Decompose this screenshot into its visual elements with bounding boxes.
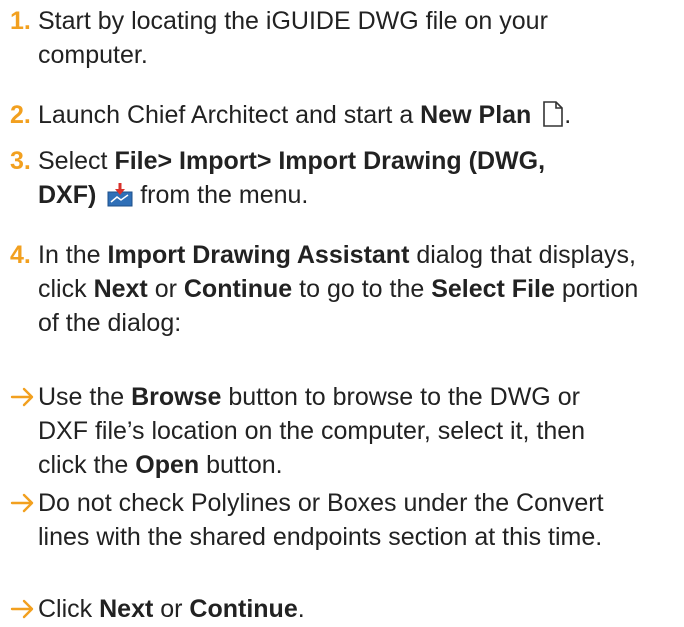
step-1-text: Start by locating the iGUIDE DWG file on…: [38, 7, 548, 69]
step-4-number: 4.: [10, 241, 31, 269]
bullet-1: Use the Browse button to browse to the D…: [10, 380, 630, 482]
bullet-1-pre: Use the: [38, 383, 132, 411]
bullet-3-mid: or: [153, 595, 190, 623]
next-label: Next: [99, 595, 154, 623]
bullet-3-post: .: [297, 595, 305, 623]
step-4: 4. In the Import Drawing Assistant dialo…: [10, 238, 650, 340]
step-3: 3. Select File> Import> Import Drawing (…: [10, 144, 570, 216]
bullet-2: Do not check Polylines or Boxes under th…: [10, 486, 630, 554]
step-3-pre: Select: [38, 147, 115, 175]
bullet-3-pre: Click: [38, 595, 100, 623]
step-1: 1. Start by locating the iGUIDE DWG file…: [10, 4, 610, 72]
step-2: 2. Launch Chief Architect and start a Ne…: [10, 98, 680, 136]
import-drawing-assistant-label: Import Drawing Assistant: [107, 241, 410, 269]
arrow-right-icon: [10, 486, 38, 520]
step-2-number: 2.: [10, 101, 31, 129]
browse-label: Browse: [131, 383, 222, 411]
bullet-1-post: button.: [199, 451, 283, 479]
step-3-number: 3.: [10, 147, 31, 175]
step-2-pre: Launch Chief Architect and start a: [38, 101, 421, 129]
step-4-pre: In the: [38, 241, 108, 269]
step-4-mid2: or: [147, 275, 184, 303]
bullet-2-text: Do not check Polylines or Boxes under th…: [38, 489, 604, 551]
new-plan-label: New Plan: [420, 101, 532, 129]
step-2-post: .: [564, 101, 572, 129]
select-file-label: Select File: [431, 275, 555, 303]
step-4-mid3: to go to the: [292, 275, 432, 303]
import-drawing-icon: [107, 182, 133, 216]
continue-label: Continue: [183, 275, 293, 303]
next-label: Next: [93, 275, 148, 303]
continue-label: Continue: [189, 595, 298, 623]
arrow-right-icon: [10, 592, 38, 626]
step-1-number: 1.: [10, 7, 31, 35]
open-label: Open: [135, 451, 200, 479]
instruction-document: 1. Start by locating the iGUIDE DWG file…: [0, 0, 684, 627]
new-document-icon: [542, 101, 564, 136]
bullet-3: Click Next or Continue.: [10, 592, 680, 626]
step-3-post: from the menu.: [133, 181, 309, 209]
arrow-right-icon: [10, 380, 38, 414]
